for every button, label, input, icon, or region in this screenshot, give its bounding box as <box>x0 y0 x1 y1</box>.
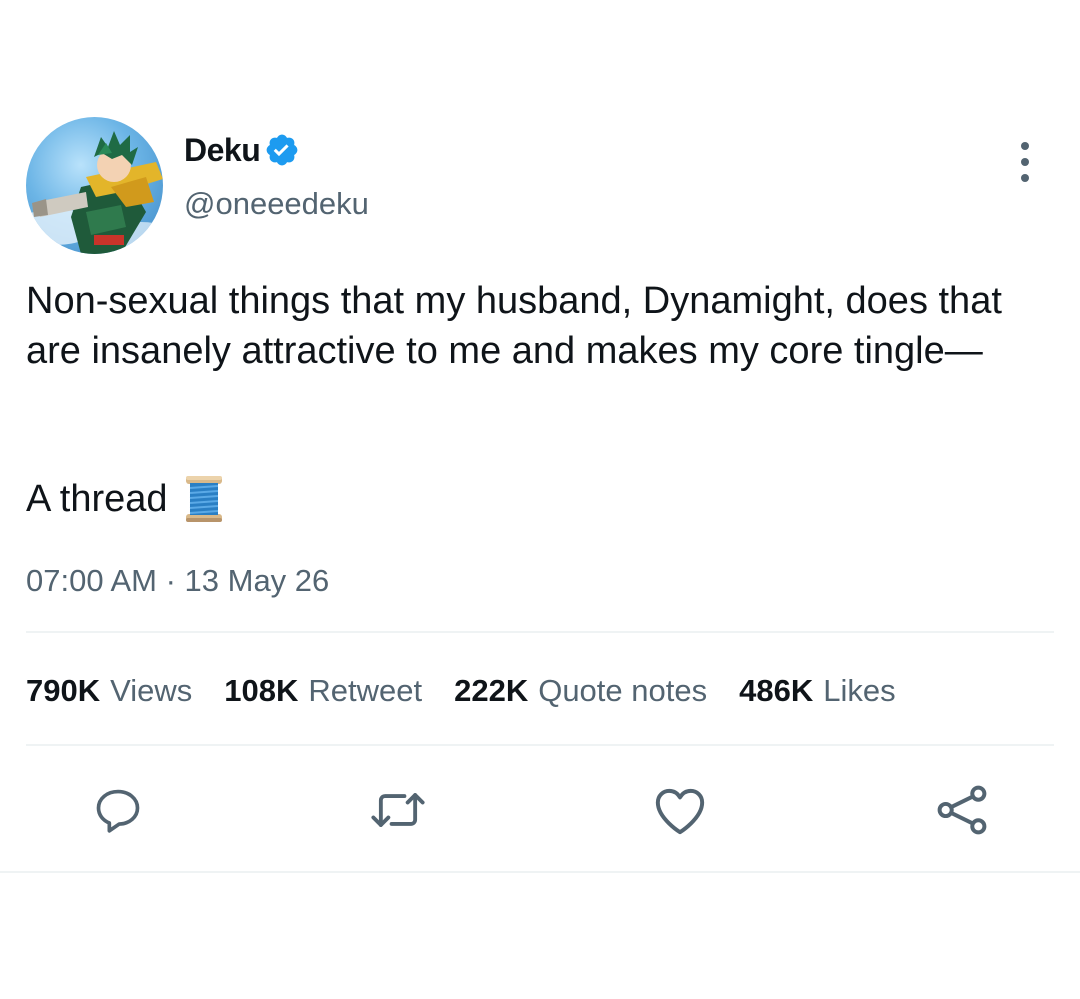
stat-count: 790K <box>26 673 101 708</box>
share-icon <box>937 785 987 835</box>
stat-views[interactable]: 790K Views <box>26 673 192 709</box>
more-options-icon[interactable] <box>1008 142 1042 182</box>
divider <box>0 871 1080 873</box>
tweet-stats: 790K Views 108K Retweet 222K Quote notes… <box>26 670 928 712</box>
retweet-button[interactable] <box>368 780 428 840</box>
stat-label: Views <box>110 673 193 708</box>
display-name[interactable]: Deku <box>184 132 261 169</box>
stat-label: Retweet <box>308 673 423 708</box>
author-handle[interactable]: @oneeedeku <box>184 186 369 222</box>
divider <box>26 744 1054 746</box>
stat-label: Likes <box>823 673 896 708</box>
stat-quotes[interactable]: 222K Quote notes <box>454 673 707 709</box>
stat-likes[interactable]: 486K Likes <box>739 673 895 709</box>
avatar[interactable] <box>26 117 163 254</box>
like-button[interactable] <box>650 780 710 840</box>
tweet-detail: Deku @oneeedeku Non-sexual things that m… <box>0 0 1080 999</box>
stat-retweets[interactable]: 108K Retweet <box>224 673 422 709</box>
spool-of-thread-icon <box>182 474 226 524</box>
stat-count: 222K <box>454 673 529 708</box>
author-name-row[interactable]: Deku <box>184 130 300 170</box>
stat-count: 108K <box>224 673 299 708</box>
tweet-timestamp[interactable]: 07:00 AM · 13 May 26 <box>26 563 329 599</box>
thread-text: A thread <box>26 477 168 520</box>
thread-line: A thread <box>26 474 226 524</box>
verified-badge-icon <box>264 132 300 168</box>
share-button[interactable] <box>932 780 992 840</box>
reply-icon <box>96 789 140 833</box>
stat-count: 486K <box>739 673 814 708</box>
divider <box>26 631 1054 633</box>
anime-character-avatar-image <box>26 131 163 254</box>
stat-label: Quote notes <box>538 673 708 708</box>
tweet-actions <box>0 780 1080 840</box>
like-icon <box>655 788 705 835</box>
retweet-icon <box>371 793 425 827</box>
tweet-text: Non-sexual things that my husband, Dynam… <box>26 280 1002 372</box>
reply-button[interactable] <box>88 780 148 840</box>
